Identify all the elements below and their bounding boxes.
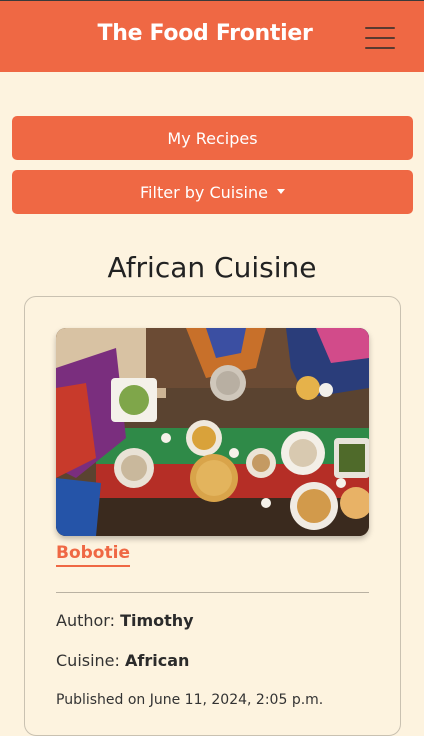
recipe-image[interactable] — [56, 328, 369, 536]
my-recipes-button[interactable]: My Recipes — [12, 116, 413, 160]
cuisine-label: Cuisine: — [56, 651, 120, 670]
recipe-cuisine: Cuisine: African — [56, 651, 189, 670]
divider — [56, 592, 369, 593]
cuisine-name: African — [125, 651, 190, 670]
author-label: Author: — [56, 611, 115, 630]
hamburger-menu-icon[interactable] — [360, 23, 400, 53]
filter-by-cuisine-label: Filter by Cuisine — [140, 182, 268, 202]
published-date: Published on June 11, 2024, 2:05 p.m. — [56, 692, 324, 708]
caret-down-icon — [276, 188, 285, 194]
navbar: The Food Frontier — [0, 0, 424, 72]
my-recipes-label: My Recipes — [167, 128, 258, 148]
page-title: African Cuisine — [107, 251, 317, 284]
filter-by-cuisine-dropdown[interactable]: Filter by Cuisine — [12, 170, 413, 214]
recipe-author: Author: Timothy — [56, 611, 194, 630]
author-name: Timothy — [120, 611, 194, 630]
recipe-title-link[interactable]: Bobotie — [56, 543, 130, 567]
brand-title[interactable]: The Food Frontier — [0, 21, 410, 46]
